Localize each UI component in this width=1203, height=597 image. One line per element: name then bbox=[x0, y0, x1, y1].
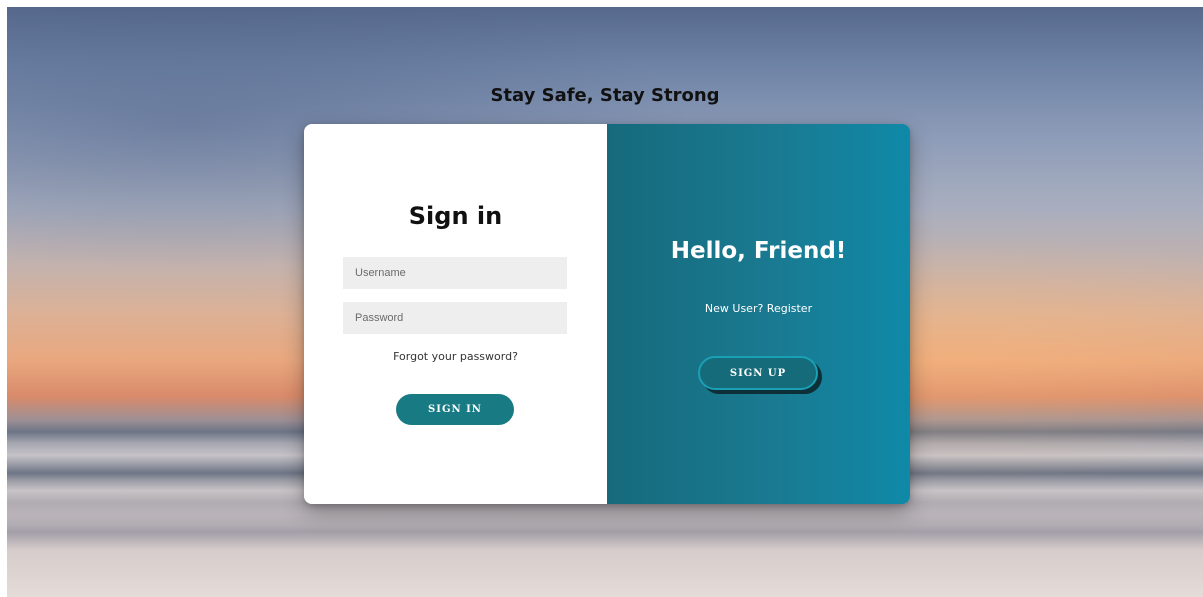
register-prompt: New User? Register bbox=[704, 302, 813, 315]
sign-up-button[interactable]: SIGN UP bbox=[698, 356, 818, 390]
sign-in-button[interactable]: SIGN IN bbox=[396, 394, 514, 425]
auth-card: Sign in Forgot your password? SIGN IN He… bbox=[304, 124, 910, 504]
background-scene: Stay Safe, Stay Strong Sign in Forgot yo… bbox=[7, 7, 1203, 597]
username-input[interactable] bbox=[343, 257, 567, 289]
signin-panel: Sign in Forgot your password? SIGN IN bbox=[304, 124, 607, 504]
hello-title: Hello, Friend! bbox=[670, 238, 847, 264]
password-input[interactable] bbox=[343, 302, 567, 334]
signin-title: Sign in bbox=[408, 202, 503, 230]
signup-panel: Hello, Friend! New User? Register SIGN U… bbox=[607, 124, 910, 504]
forgot-password-link[interactable]: Forgot your password? bbox=[304, 350, 607, 363]
tagline: Stay Safe, Stay Strong bbox=[490, 85, 720, 106]
